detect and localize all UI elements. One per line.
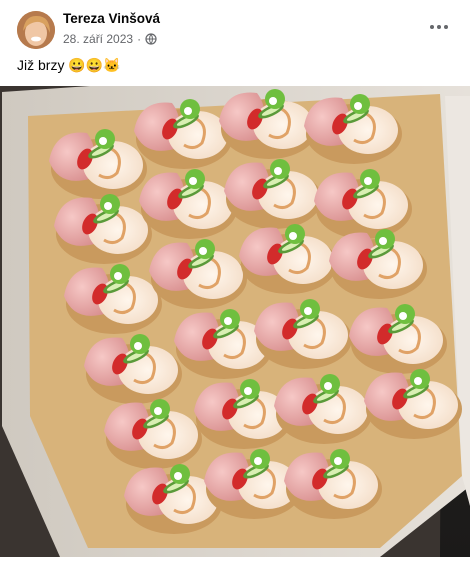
avatar-image bbox=[17, 11, 55, 49]
globe-icon bbox=[145, 33, 157, 45]
meta-separator: · bbox=[137, 32, 142, 46]
post-date[interactable]: 28. září 2023 bbox=[63, 32, 133, 46]
more-dots-icon[interactable] bbox=[426, 18, 452, 36]
post-header: Tereza Vinšová 28. září 2023 · bbox=[0, 0, 470, 56]
facebook-post: Tereza Vinšová 28. září 2023 · Již brzy … bbox=[0, 0, 470, 567]
post-caption: Již brzy 😀😀🐱 bbox=[17, 57, 121, 73]
author-name[interactable]: Tereza Vinšová bbox=[63, 11, 160, 26]
post-photo[interactable] bbox=[0, 86, 470, 557]
sandwich-box-photo bbox=[0, 86, 470, 557]
author-avatar[interactable] bbox=[17, 11, 55, 49]
post-meta: 28. září 2023 · bbox=[63, 32, 157, 46]
